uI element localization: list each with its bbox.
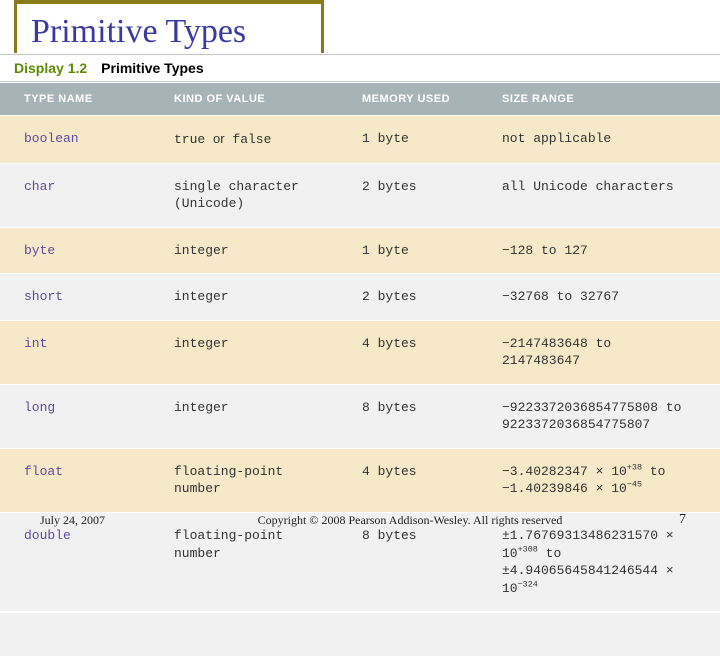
cell-memory: 4 bytes xyxy=(338,448,478,512)
footer-copyright: Copyright © 2008 Pearson Addison-Wesley.… xyxy=(160,513,660,528)
cell-range: −9223372036854775808 to92233720368547758… xyxy=(478,384,720,448)
footer-date: July 24, 2007 xyxy=(0,513,160,528)
cell-kind: integer xyxy=(150,384,338,448)
cell-type-name: char xyxy=(0,163,150,227)
table-bottom-strip xyxy=(0,612,720,656)
cell-memory: 1 byte xyxy=(338,116,478,164)
cell-kind: integer xyxy=(150,227,338,274)
slide-title: Primitive Types xyxy=(17,7,321,51)
cell-range: −32768 to 32767 xyxy=(478,274,720,321)
display-text: Primitive Types xyxy=(101,60,203,76)
cell-type-name: short xyxy=(0,274,150,321)
cell-range: −3.40282347 × 10+38 to−1.40239846 × 10−4… xyxy=(478,448,720,512)
cell-range: not applicable xyxy=(478,116,720,164)
cell-kind: floating-pointnumber xyxy=(150,448,338,512)
col-kind: KIND OF VALUE xyxy=(150,83,338,116)
cell-memory: 2 bytes xyxy=(338,274,478,321)
cell-memory: 8 bytes xyxy=(338,384,478,448)
table-row: booleantrue or false1 bytenot applicable xyxy=(0,116,720,164)
cell-type-name: long xyxy=(0,384,150,448)
table-header-row: TYPE NAME KIND OF VALUE MEMORY USED SIZE… xyxy=(0,83,720,116)
cell-kind: integer xyxy=(150,274,338,321)
primitive-types-table: TYPE NAME KIND OF VALUE MEMORY USED SIZE… xyxy=(0,82,720,612)
table-row: byteinteger1 byte−128 to 127 xyxy=(0,227,720,274)
cell-type-name: float xyxy=(0,448,150,512)
col-memory: MEMORY USED xyxy=(338,83,478,116)
cell-memory: 2 bytes xyxy=(338,163,478,227)
cell-type-name: byte xyxy=(0,227,150,274)
display-strip: Display 1.2 Primitive Types xyxy=(0,54,720,82)
cell-range: −2147483648 to2147483647 xyxy=(478,320,720,384)
cell-kind: single character(Unicode) xyxy=(150,163,338,227)
cell-range: all Unicode characters xyxy=(478,163,720,227)
cell-range: −128 to 127 xyxy=(478,227,720,274)
cell-type-name: boolean xyxy=(0,116,150,164)
cell-type-name: int xyxy=(0,320,150,384)
table-row: longinteger8 bytes−9223372036854775808 t… xyxy=(0,384,720,448)
table-row: charsingle character(Unicode)2 bytesall … xyxy=(0,163,720,227)
col-range: SIZE RANGE xyxy=(478,83,720,116)
table-row: floatfloating-pointnumber4 bytes−3.40282… xyxy=(0,448,720,512)
display-label: Display 1.2 xyxy=(14,60,87,76)
cell-memory: 1 byte xyxy=(338,227,478,274)
slide-footer: July 24, 2007 Copyright © 2008 Pearson A… xyxy=(0,512,720,528)
cell-kind: true or false xyxy=(150,116,338,164)
col-type-name: TYPE NAME xyxy=(0,83,150,116)
cell-kind: integer xyxy=(150,320,338,384)
table-row: intinteger4 bytes−2147483648 to214748364… xyxy=(0,320,720,384)
title-frame: Primitive Types xyxy=(14,0,324,53)
table-row: shortinteger2 bytes−32768 to 32767 xyxy=(0,274,720,321)
table-wrap: TYPE NAME KIND OF VALUE MEMORY USED SIZE… xyxy=(0,82,720,612)
cell-memory: 4 bytes xyxy=(338,320,478,384)
footer-page-number: 7 xyxy=(660,512,720,528)
